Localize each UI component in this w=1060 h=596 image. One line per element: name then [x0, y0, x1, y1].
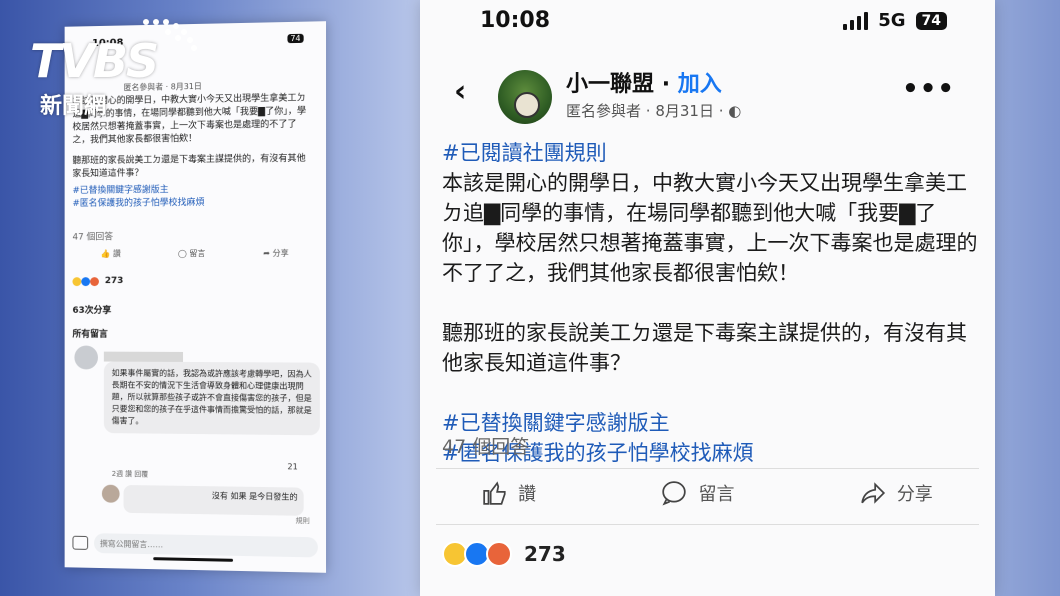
comment-button[interactable]: ◯ 留言 — [178, 248, 205, 259]
more-options-icon[interactable]: ••• — [902, 74, 955, 104]
back-arrow-icon[interactable]: ‹ — [454, 74, 466, 109]
home-indicator — [153, 557, 234, 562]
share-arrow-icon — [861, 482, 885, 504]
status-bar: 5G 74 — [843, 10, 947, 31]
reactions-summary[interactable]: 273 — [72, 276, 123, 286]
comment-bubble: 如果事件屬實的話，我認為或許應該考慮轉學吧，因為人長期在不安的情況下生活會導致身… — [103, 361, 320, 436]
like-button[interactable]: 讚 — [482, 480, 536, 506]
camera-icon[interactable] — [72, 535, 89, 550]
comments-count[interactable]: 47 個回答 — [442, 432, 529, 459]
post-paragraph-1: 本該是開心的開學日，中教大實小今天又出現學生拿美工ㄉ追▇同學的事情，在場同學都聽… — [442, 171, 978, 285]
battery-indicator: 74 — [915, 11, 947, 30]
comments-count[interactable]: 47 個回答 — [72, 229, 113, 242]
join-button[interactable]: 加入 — [678, 72, 722, 97]
reactions-count: 273 — [524, 542, 566, 566]
wow-reaction-icon — [72, 276, 82, 286]
commenter-avatar[interactable] — [74, 345, 98, 370]
reply-bubble: 沒有 如果 是今日發生的 — [123, 484, 304, 516]
post-paragraph-2: 聽那班的家長說美工ㄉ還是下毒案主謀提供的，有沒有其他家長知道這件事？ — [72, 153, 306, 180]
all-comments-sort[interactable]: 所有留言 — [72, 327, 107, 340]
author-name: 匿名參與者 — [566, 102, 642, 120]
reactions-summary[interactable]: 273 — [442, 541, 566, 567]
large-phone-screenshot: 10:08 5G 74 ‹ 小一聯盟 · 加入 匿名參與者 · 8月31日 · … — [420, 0, 995, 596]
action-bar: 👍 讚 ◯ 留言 ➦ 分享 — [72, 248, 317, 260]
post-meta: 匿名參與者 · 8月31日 · ◐ — [566, 102, 742, 120]
group-name[interactable]: 小一聯盟 — [566, 72, 654, 97]
signal-icon — [843, 11, 869, 30]
share-button[interactable]: ➦ 分享 — [263, 248, 289, 259]
hashtag-rules[interactable]: #已閱讀社團規則 — [442, 138, 982, 168]
action-bar: 讚 留言 分享 — [420, 480, 995, 506]
comment-button[interactable]: 留言 — [660, 480, 734, 506]
angry-reaction-icon — [486, 541, 512, 567]
thumbs-up-icon — [483, 481, 506, 505]
hashtag-anonymous[interactable]: #匿名保護我的孩子怕學校找麻煩 — [72, 196, 313, 211]
divider — [436, 524, 979, 525]
reactions-count: 273 — [104, 276, 124, 287]
shares-count[interactable]: 63次分享 — [72, 303, 111, 316]
comment-label: 留言 — [698, 484, 735, 505]
commenter-name-redacted — [103, 351, 184, 362]
like-label: 讚 — [518, 484, 537, 505]
angry-reaction-icon — [90, 276, 99, 286]
network-type: 5G — [878, 10, 906, 31]
logo-brand: TVBS — [30, 34, 159, 88]
divider — [436, 468, 979, 469]
group-avatar[interactable] — [498, 70, 552, 124]
post-date[interactable]: 8月31日 — [655, 102, 714, 120]
share-label: 分享 — [896, 484, 933, 505]
battery-indicator: 74 — [287, 33, 304, 44]
logo-sub: 新聞網 — [40, 94, 107, 119]
reply-avatar[interactable] — [101, 484, 120, 503]
like-button[interactable]: 👍 讚 — [101, 248, 121, 259]
comment-meta[interactable]: 2週 讚 回覆 — [112, 469, 148, 479]
tvbs-logo: TVBS 新聞網 — [30, 19, 220, 120]
privacy-icon: ◐ — [728, 102, 742, 120]
post-paragraph-2: 聽那班的家長說美工ㄉ還是下毒案主謀提供的，有沒有其他家長知道這件事？ — [442, 321, 967, 375]
rules-link[interactable]: 規則 — [296, 516, 310, 526]
comment-composer: 撰寫公開留言…… — [72, 532, 318, 559]
group-header: 小一聯盟 · 加入 — [566, 72, 722, 97]
like-reaction-icon — [81, 276, 91, 286]
share-button[interactable]: 分享 — [859, 480, 933, 506]
comment-likes: 21 — [287, 462, 298, 472]
comment-input[interactable]: 撰寫公開留言…… — [94, 533, 318, 558]
status-time: 10:08 — [480, 8, 551, 33]
anonymous-face-icon — [514, 92, 540, 118]
post-body: #已閱讀社團規則 本該是開心的開學日，中教大實小今天又出現學生拿美工ㄉ追▇同學的… — [442, 138, 982, 468]
comment-bubble-icon — [662, 481, 687, 506]
